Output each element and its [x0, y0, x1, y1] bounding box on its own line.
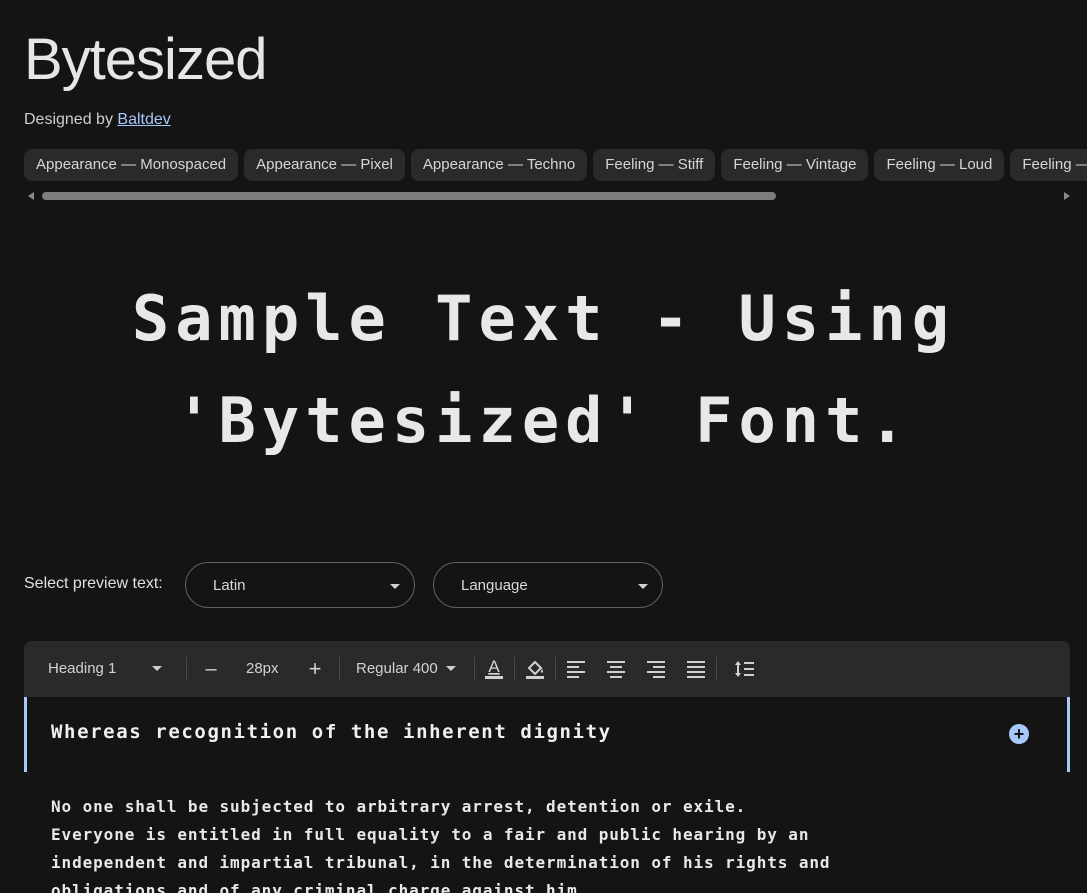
- decrease-size-button[interactable]: –: [202, 641, 220, 697]
- scroll-left-arrow-icon[interactable]: [28, 192, 34, 200]
- tag-chip[interactable]: Feeling — Stiff: [593, 149, 716, 181]
- script-select[interactable]: Latin: [185, 562, 415, 608]
- font-weight-value: Regular 400: [356, 660, 438, 677]
- tag-chip[interactable]: Appearance — Monospaced: [24, 149, 239, 181]
- chevron-down-icon: [390, 584, 400, 589]
- increase-size-button[interactable]: +: [306, 641, 324, 697]
- editor-heading-text[interactable]: Whereas recognition of the inherent dign…: [51, 721, 612, 743]
- font-weight-select[interactable]: Regular 400: [356, 641, 466, 697]
- scroll-thumb[interactable]: [42, 192, 776, 200]
- language-select-value: Language: [461, 577, 528, 594]
- sample-text-preview: Sample Text - Using 'Bytesized' Font.: [60, 268, 1027, 472]
- editor-heading-row[interactable]: Whereas recognition of the inherent dign…: [24, 697, 1070, 772]
- designer-credit: Designed by Baltdev: [24, 111, 171, 129]
- plus-circle-icon[interactable]: +: [1009, 724, 1029, 744]
- tag-chip[interactable]: Feeling — Loud: [874, 149, 1005, 181]
- font-specimen-page: Bytesized Designed by Baltdev Appearance…: [0, 0, 1087, 893]
- svg-text:A: A: [488, 657, 500, 676]
- tag-chip[interactable]: Feeling — Vintage: [721, 149, 869, 181]
- tag-chip[interactable]: Feeling — Playful: [1010, 149, 1087, 181]
- text-style-value: Heading 1: [48, 660, 117, 677]
- designer-link[interactable]: Baltdev: [117, 111, 170, 128]
- editor-toolbar: Heading 1 – 28px + Regular 400 A: [24, 641, 1070, 697]
- tag-chip[interactable]: Appearance — Pixel: [244, 149, 405, 181]
- toolbar-divider: [186, 657, 187, 681]
- line-height-icon[interactable]: [734, 657, 756, 681]
- align-center-icon[interactable]: [605, 657, 627, 681]
- toolbar-divider: [474, 657, 475, 681]
- paragraph-line: Everyone is entitled in full equality to…: [51, 825, 810, 844]
- tag-chip-list: Appearance — Monospaced Appearance — Pixe…: [24, 149, 1087, 182]
- align-justify-icon[interactable]: [685, 657, 707, 681]
- font-title: Bytesized: [24, 27, 267, 92]
- preview-text-label: Select preview text:: [24, 575, 163, 592]
- paragraph-line: obligations and of any criminal charge a…: [51, 881, 589, 893]
- font-size-value[interactable]: 28px: [246, 641, 279, 697]
- paragraph-line: No one shall be subjected to arbitrary a…: [51, 797, 747, 816]
- text-style-select[interactable]: Heading 1: [48, 641, 188, 697]
- editor-paragraph[interactable]: No one shall be subjected to arbitrary a…: [51, 793, 1051, 893]
- toolbar-divider: [716, 657, 717, 681]
- script-select-value: Latin: [213, 577, 246, 594]
- language-select[interactable]: Language: [433, 562, 663, 608]
- sample-line-1: Sample Text - Using: [131, 282, 956, 355]
- text-color-icon[interactable]: A: [483, 657, 505, 681]
- tag-chip[interactable]: Appearance — Techno: [410, 149, 588, 181]
- chevron-down-icon: [446, 666, 456, 671]
- toolbar-divider: [514, 657, 515, 681]
- sample-line-2: 'Bytesized' Font.: [175, 384, 912, 457]
- tag-scrollbar[interactable]: [24, 190, 1070, 202]
- chevron-down-icon: [638, 584, 648, 589]
- align-left-icon[interactable]: [565, 657, 587, 681]
- highlight-color-icon[interactable]: [524, 657, 546, 681]
- align-right-icon[interactable]: [645, 657, 667, 681]
- scroll-right-arrow-icon[interactable]: [1064, 192, 1070, 200]
- paragraph-line: independent and impartial tribunal, in t…: [51, 853, 831, 872]
- toolbar-divider: [555, 657, 556, 681]
- toolbar-divider: [339, 657, 340, 681]
- designer-prefix: Designed by: [24, 111, 113, 128]
- chevron-down-icon: [152, 666, 162, 671]
